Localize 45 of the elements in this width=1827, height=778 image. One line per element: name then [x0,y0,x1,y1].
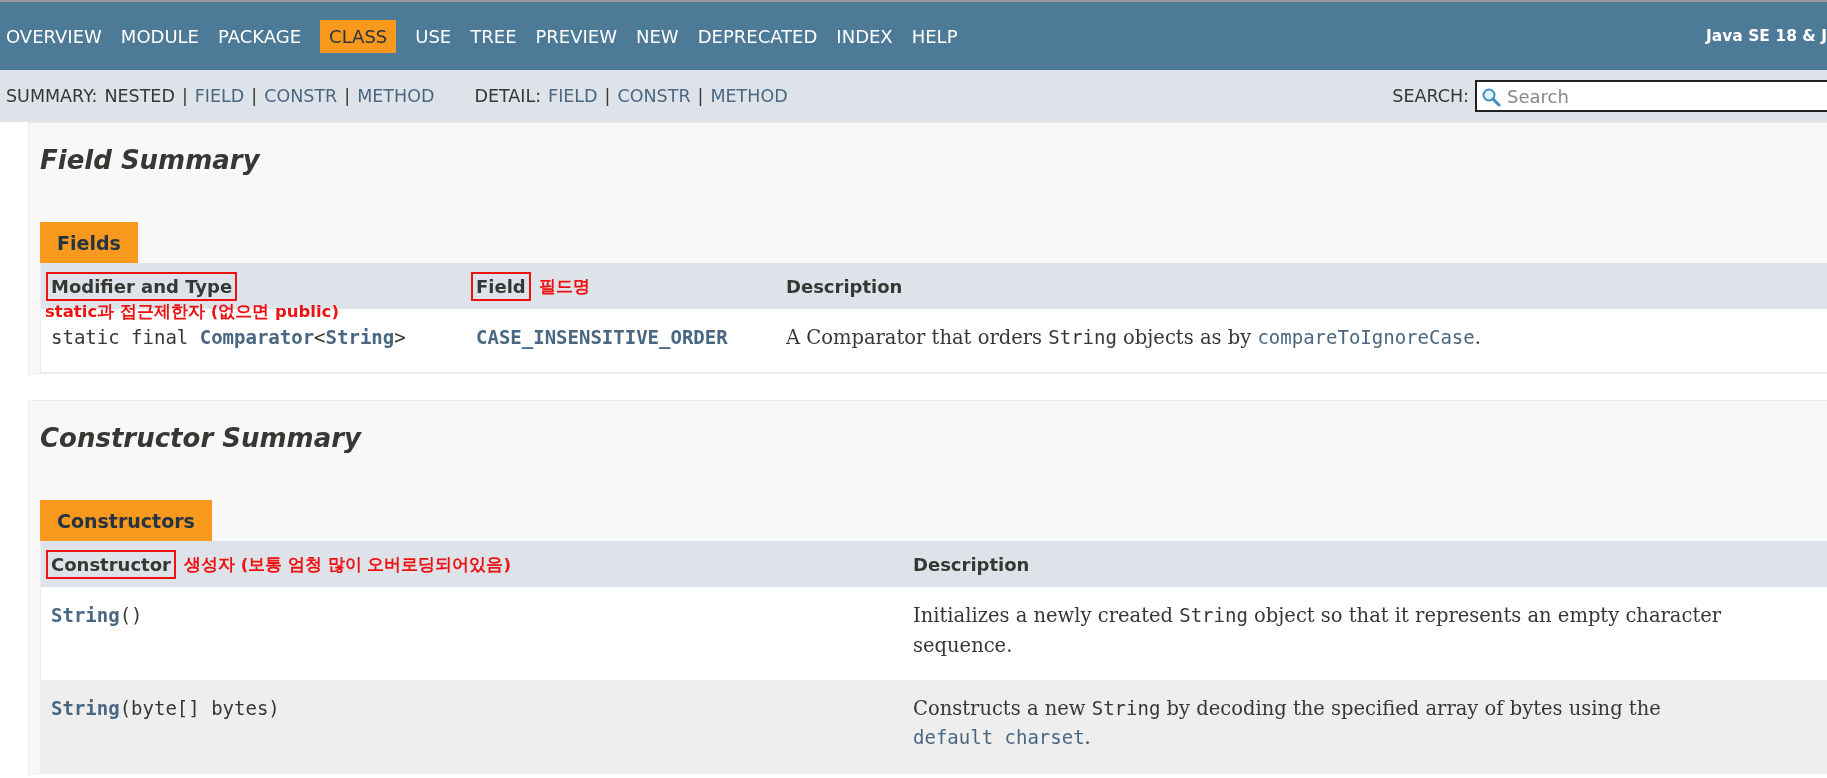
column-header: Description [785,275,904,299]
subnav-link[interactable]: CONSTR [264,86,338,106]
subnav-link[interactable]: METHOD [357,86,435,106]
nav-link[interactable]: TREE [470,19,517,53]
separator-text: | [181,86,188,106]
cell-text: CASE_INSENSITIVE_ORDER [476,325,729,351]
column-header: Constructor [46,550,176,580]
nav-link[interactable]: INDEX [836,19,893,53]
nav-link[interactable]: NEW [636,19,679,53]
section-heading: Field Summary [40,145,262,175]
nav-link[interactable]: MODULE [120,19,199,53]
cell-text: static final Comparator<String> [51,325,407,350]
column-header: Modifier and Type [46,272,238,301]
subnav-link[interactable]: FIELD [548,86,598,106]
separator-text: | [604,86,611,106]
nav-link[interactable]: DEPRECATED [697,19,818,53]
search-field[interactable]: Search [1475,80,1827,112]
subnav-link[interactable]: CONSTR [617,86,691,106]
column-header: Description [912,553,1031,578]
subnav-label: SUMMARY: [6,86,98,106]
nav-link[interactable]: PREVIEW [535,19,618,53]
cell-text: Initializes a newly created String object so that it represents an empty character sequence. [913,603,1723,659]
version-title: Java SE 18 & J [1706,27,1827,45]
annotation-note: static과 접근제한자 (없으면 public) [45,301,339,323]
separator-text: | [697,86,704,106]
subnav-link[interactable]: METHOD [710,86,788,106]
nav-link[interactable]: HELP [911,19,958,53]
subnav-label: DETAIL: [474,86,542,106]
annotation-note: 필드명 [538,275,590,298]
separator-text: | [344,86,351,106]
cell-text: A Comparator that orders String objects as by compareToIgnoreCase. [786,325,1482,351]
nav-link[interactable]: OVERVIEW [6,19,102,53]
separator-text: | [251,86,258,106]
subnav-text: NESTED [104,86,175,106]
section-heading: Constructor Summary [40,423,363,454]
nav-link[interactable]: CLASS [320,19,397,53]
cell-text: String() [51,603,144,629]
annotation-note: 생성자 (보통 엄청 많이 오버로딩되어있음) [183,553,511,576]
cell-text: Constructs a new String by decoding the specified array of bytes using the default charset. [913,695,1662,751]
cell-text: String(byte[] bytes) [51,695,281,721]
subnav-link[interactable]: FIELD [194,86,245,106]
nav-link[interactable]: PACKAGE [218,19,302,53]
column-header: Field [471,272,531,301]
nav-link[interactable]: USE [415,19,452,53]
search-label: SEARCH: [1392,86,1469,106]
